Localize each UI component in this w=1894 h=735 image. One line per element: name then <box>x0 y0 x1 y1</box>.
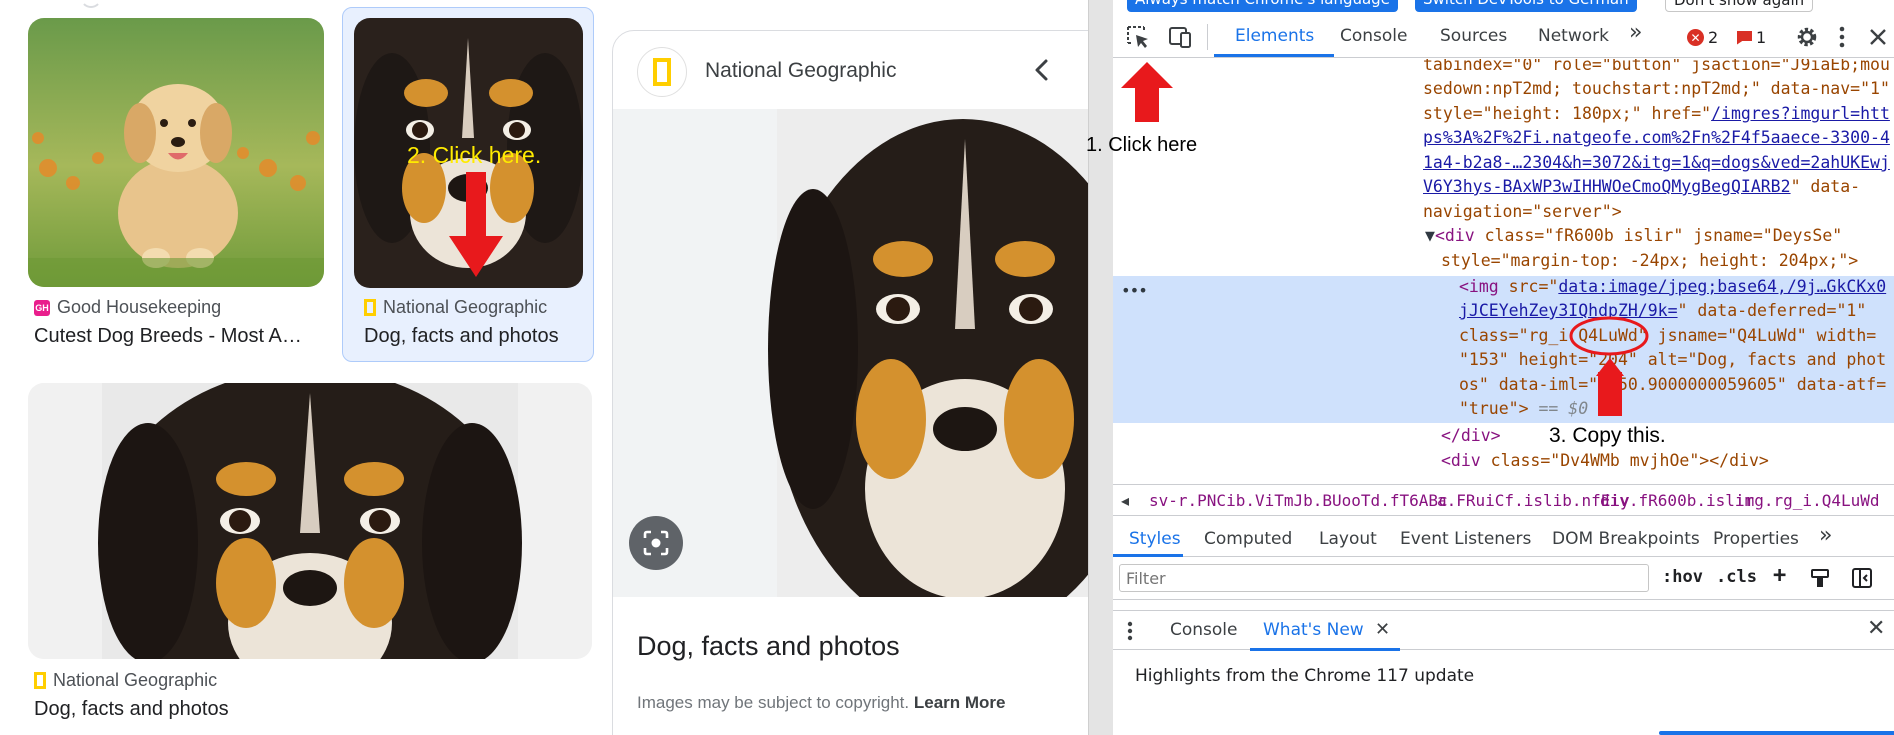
annotation-arrow-3-icon <box>1596 358 1624 376</box>
annotation-circle-highlight <box>1569 316 1649 356</box>
annotation-step-2: 2. Click here. <box>407 142 542 168</box>
annotation-arrow-1-icon <box>1121 62 1173 122</box>
annotation-step-3: 3. Copy this. <box>1549 424 1666 447</box>
annotation-step-1: 1. Click here <box>1086 134 1198 156</box>
annotation-arrow-3-shaft <box>1598 372 1622 416</box>
annotation-overlay <box>449 62 1649 416</box>
annotation-arrow-2-icon <box>449 172 503 277</box>
